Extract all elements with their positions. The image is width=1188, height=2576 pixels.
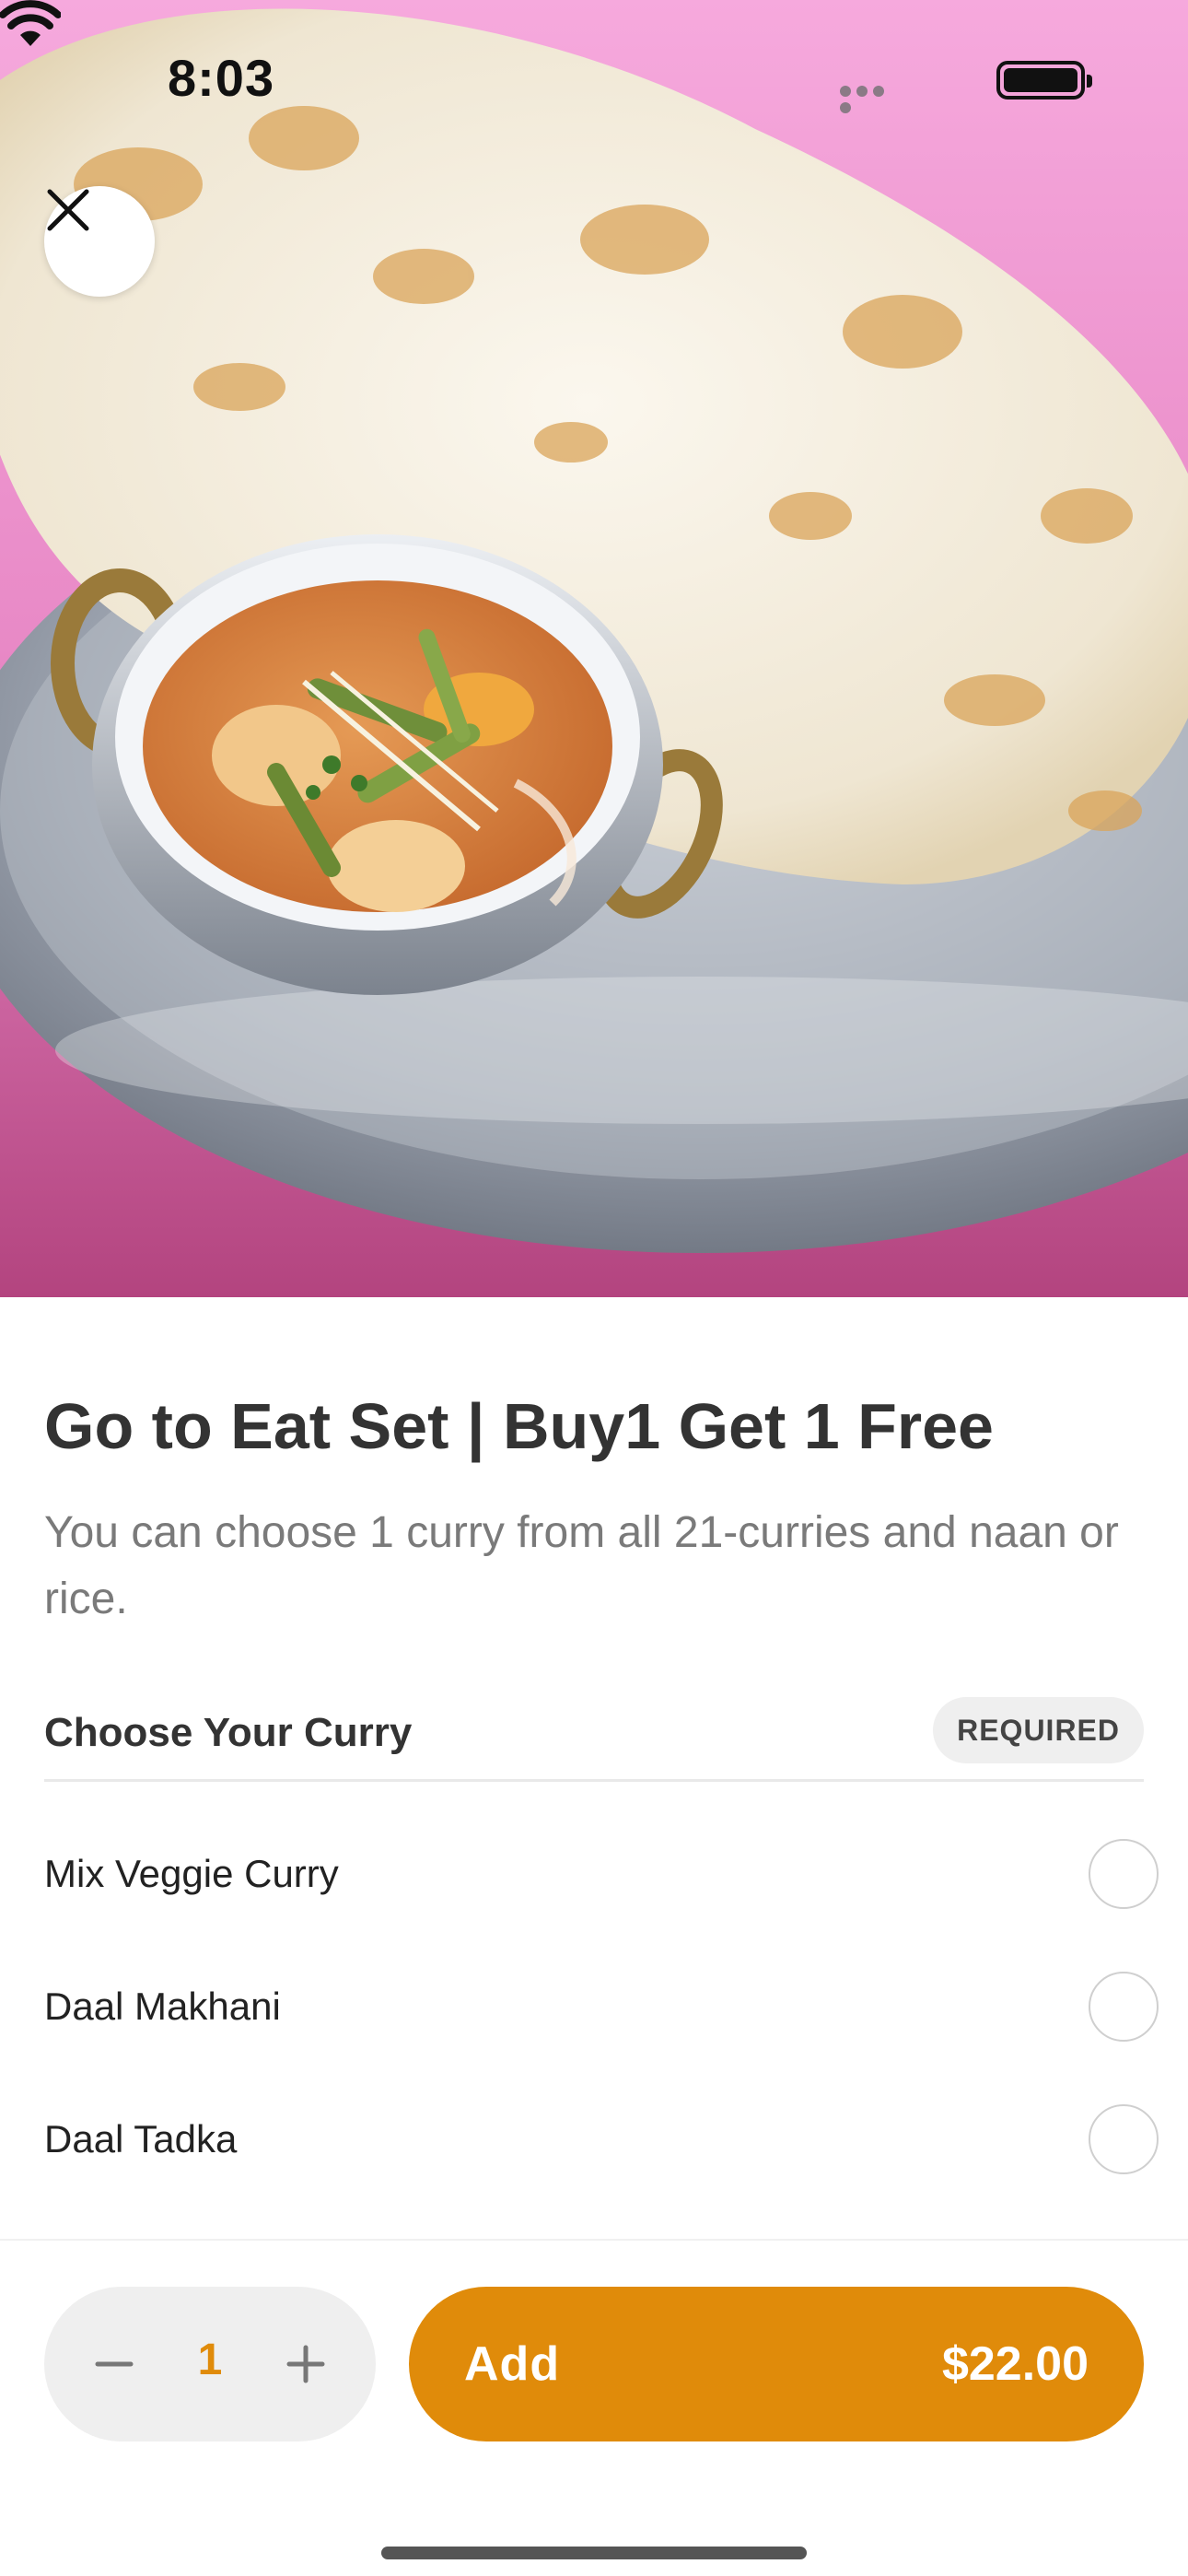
food-photo [0, 8, 1188, 1253]
option-label: Mix Veggie Curry [44, 1852, 339, 1895]
quantity-stepper: 1 [44, 2287, 376, 2441]
required-badge: REQUIRED [933, 1697, 1144, 1763]
radio-button[interactable] [1089, 2104, 1159, 2174]
option-daal-makhani[interactable]: Daal Makhani [44, 1940, 1159, 2073]
radio-button[interactable] [1089, 1972, 1159, 2042]
plus-icon [286, 2345, 325, 2383]
status-time: 8:03 [168, 49, 275, 107]
wifi-icon [0, 0, 61, 46]
item-description: You can choose 1 curry from all 21-curri… [44, 1508, 1119, 1623]
add-to-cart-button[interactable]: Add $22.00 [409, 2287, 1144, 2441]
option-label: Daal Tadka [44, 2117, 238, 2160]
option-daal-tadka[interactable]: Daal Tadka [44, 2073, 1159, 2206]
close-icon [47, 189, 89, 231]
battery-icon [996, 61, 1092, 100]
order-footer: 1 Add $22.00 [0, 2239, 1188, 2576]
add-button-label: Add [464, 2337, 561, 2391]
total-price: $22.00 [941, 2337, 1089, 2391]
section-title: Choose Your Curry [44, 1710, 413, 1755]
home-indicator[interactable] [381, 2547, 807, 2559]
hero-image: 8:03 [0, 0, 1188, 1297]
item-title: Go to Eat Set | Buy1 Get 1 Free [44, 1390, 994, 1462]
close-button[interactable] [44, 186, 155, 297]
cellular-signal-icon [840, 85, 904, 113]
option-mix-veggie-curry[interactable]: Mix Veggie Curry [44, 1808, 1159, 1940]
radio-button[interactable] [1089, 1839, 1159, 1909]
option-label: Daal Makhani [44, 1985, 281, 2028]
increase-quantity-button[interactable] [278, 2336, 333, 2392]
curry-section-header: Choose Your Curry REQUIRED [44, 1697, 1144, 1782]
